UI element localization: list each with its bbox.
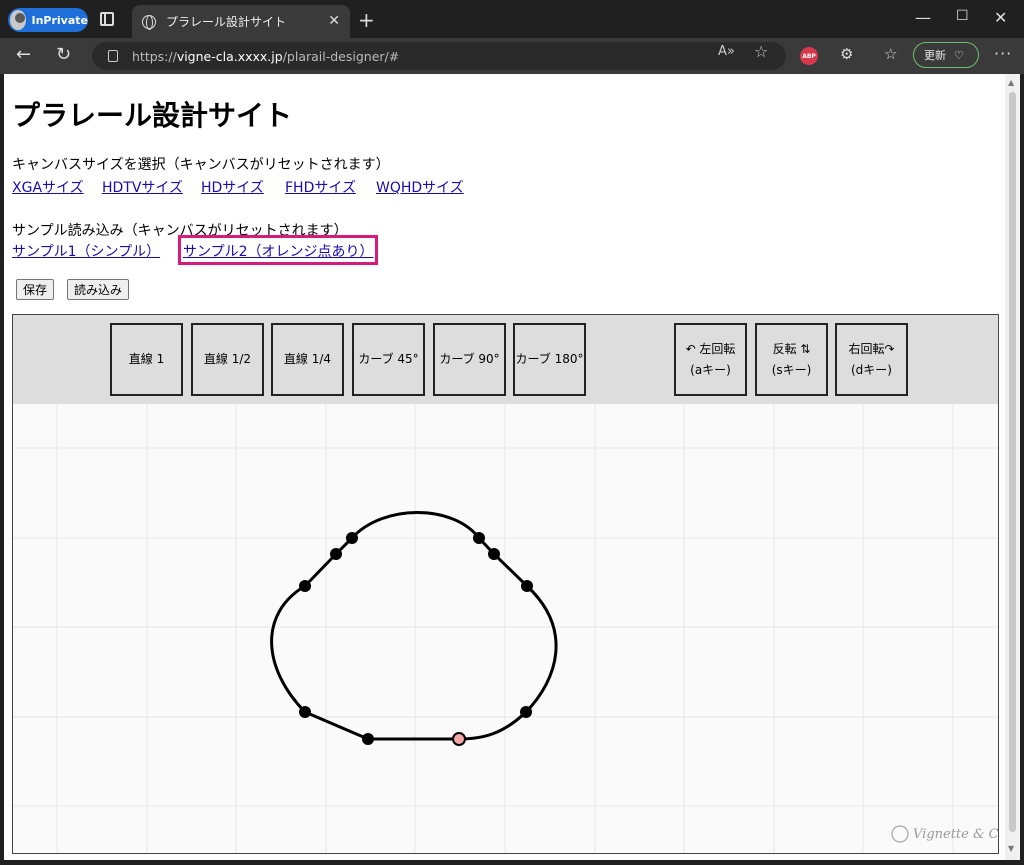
piece-straight-half-button[interactable]: 直線 1/2 xyxy=(191,323,264,396)
piece-curve-180-button[interactable]: カーブ 180° xyxy=(513,323,586,396)
inprivate-badge[interactable]: InPrivate xyxy=(8,8,88,32)
inprivate-label: InPrivate xyxy=(31,13,89,27)
piece-curve-90-button[interactable]: カーブ 90° xyxy=(433,323,506,396)
canvas-size-hdtv-link[interactable]: HDTVサイズ xyxy=(102,177,183,197)
save-button[interactable]: 保存 xyxy=(16,279,55,300)
vertical-scrollbar[interactable]: ▲ ▼ xyxy=(1005,74,1020,860)
browser-tab-bar: InPrivate プラレール設計サイト ✕ + — ☐ ✕ xyxy=(0,0,1024,38)
highlight-box xyxy=(178,235,378,265)
track-joint xyxy=(520,706,532,718)
track-joint xyxy=(521,580,533,592)
track-joint xyxy=(299,580,311,592)
profile-avatar-icon xyxy=(10,10,26,30)
piece-curve-45-button[interactable]: カーブ 45° xyxy=(352,323,425,396)
load-button[interactable]: 読み込み xyxy=(67,279,130,300)
url-path: /plarail-designer/# xyxy=(282,48,400,64)
piece-label: 直線 1/2 xyxy=(203,352,252,367)
maximize-icon[interactable]: ☐ xyxy=(956,8,969,24)
rotate-left-label: ↶ 左回転 xyxy=(685,342,736,357)
rotate-left-button[interactable]: ↶ 左回転 (aキー) xyxy=(674,323,747,396)
piece-label: 直線 1 xyxy=(128,352,165,367)
piece-label: カーブ 90° xyxy=(439,352,500,367)
address-bar[interactable]: https://vigne-cla.xxxx.jp/plarail-design… xyxy=(92,42,786,70)
page-viewport: プラレール設計サイト キャンバスサイズを選択（キャンバスがリセットされます） X… xyxy=(4,74,1005,860)
canvas-size-label: キャンバスサイズを選択（キャンバスがリセットされます） xyxy=(12,157,390,173)
canvas-size-wqhd-link[interactable]: WQHDサイズ xyxy=(376,177,464,197)
tab-title: プラレール設計サイト xyxy=(166,15,287,29)
refresh-icon[interactable]: ↻ xyxy=(56,44,71,65)
piece-straight-quarter-button[interactable]: 直線 1/4 xyxy=(271,323,344,396)
read-aloud-icon[interactable]: A» xyxy=(718,44,735,59)
piece-toolbar: 直線 1 直線 1/2 直線 1/4 カーブ 45° カーブ 90° カーブ 1… xyxy=(13,315,998,404)
scroll-up-icon[interactable]: ▲ xyxy=(1008,78,1014,87)
close-tab-icon[interactable]: ✕ xyxy=(328,13,340,29)
adblock-icon[interactable]: ABP xyxy=(800,47,818,65)
back-icon[interactable]: ← xyxy=(16,44,31,65)
page-title: プラレール設計サイト xyxy=(12,99,293,132)
canvas-size-fhd-link[interactable]: FHDサイズ xyxy=(285,177,356,197)
canvas-size-xga-link[interactable]: XGAサイズ xyxy=(12,177,84,197)
piece-label: 直線 1/4 xyxy=(283,352,332,367)
rotate-right-label: 右回転↷ xyxy=(848,342,895,357)
update-button[interactable]: 更新 ♡ xyxy=(913,42,979,68)
track-joint xyxy=(346,532,358,544)
tab-actions-icon[interactable] xyxy=(100,12,114,26)
url-prefix: https:// xyxy=(132,48,177,64)
browser-tab-active[interactable]: プラレール設計サイト ✕ xyxy=(132,5,350,38)
more-menu-icon[interactable]: ··· xyxy=(994,44,1012,63)
flip-key: (sキー) xyxy=(771,362,812,377)
favorites-list-icon[interactable]: ☆ xyxy=(884,45,897,63)
favorite-star-icon[interactable]: ☆ xyxy=(754,42,768,61)
track-designer: 直線 1 直線 1/2 直線 1/4 カーブ 45° カーブ 90° カーブ 1… xyxy=(12,314,999,854)
watermark-text: Vignette & Clarity xyxy=(913,827,998,842)
rotate-right-key: (dキー) xyxy=(851,362,892,377)
new-tab-icon[interactable]: + xyxy=(358,8,375,32)
scrollbar-thumb[interactable] xyxy=(1009,92,1016,832)
piece-straight-1-button[interactable]: 直線 1 xyxy=(110,323,183,396)
lock-icon xyxy=(108,50,118,62)
track-joint xyxy=(473,532,485,544)
sample1-link[interactable]: サンプル1（シンプル） xyxy=(12,241,160,261)
globe-icon xyxy=(142,14,156,30)
track-joint xyxy=(299,706,311,718)
url-host: vigne-cla.xxxx.jp xyxy=(176,48,283,64)
scroll-down-icon[interactable]: ▼ xyxy=(1008,844,1014,853)
window-close-icon[interactable]: ✕ xyxy=(994,8,1007,27)
rotate-right-button[interactable]: 右回転↷ (dキー) xyxy=(835,323,908,396)
update-label: 更新 xyxy=(924,49,946,62)
address-toolbar: ← ↻ https://vigne-cla.xxxx.jp/plarail-de… xyxy=(0,38,1024,74)
flip-button[interactable]: 反転 ⇅ (sキー) xyxy=(755,323,828,396)
track-joint xyxy=(362,733,374,745)
track-joint xyxy=(330,548,342,560)
heart-icon: ♡ xyxy=(954,48,964,62)
track-canvas[interactable]: Vignette & Clarity xyxy=(13,404,998,853)
canvas-size-hd-link[interactable]: HDサイズ xyxy=(201,177,264,197)
piece-label: カーブ 180° xyxy=(515,352,584,367)
piece-label: カーブ 45° xyxy=(358,352,419,367)
minimize-icon[interactable]: — xyxy=(915,8,931,27)
track-joint xyxy=(488,548,500,560)
flip-label: 反転 ⇅ xyxy=(772,342,811,357)
special-joint xyxy=(452,732,466,746)
rotate-left-key: (aキー) xyxy=(690,362,731,377)
extensions-icon[interactable]: ⚙ xyxy=(840,45,853,63)
